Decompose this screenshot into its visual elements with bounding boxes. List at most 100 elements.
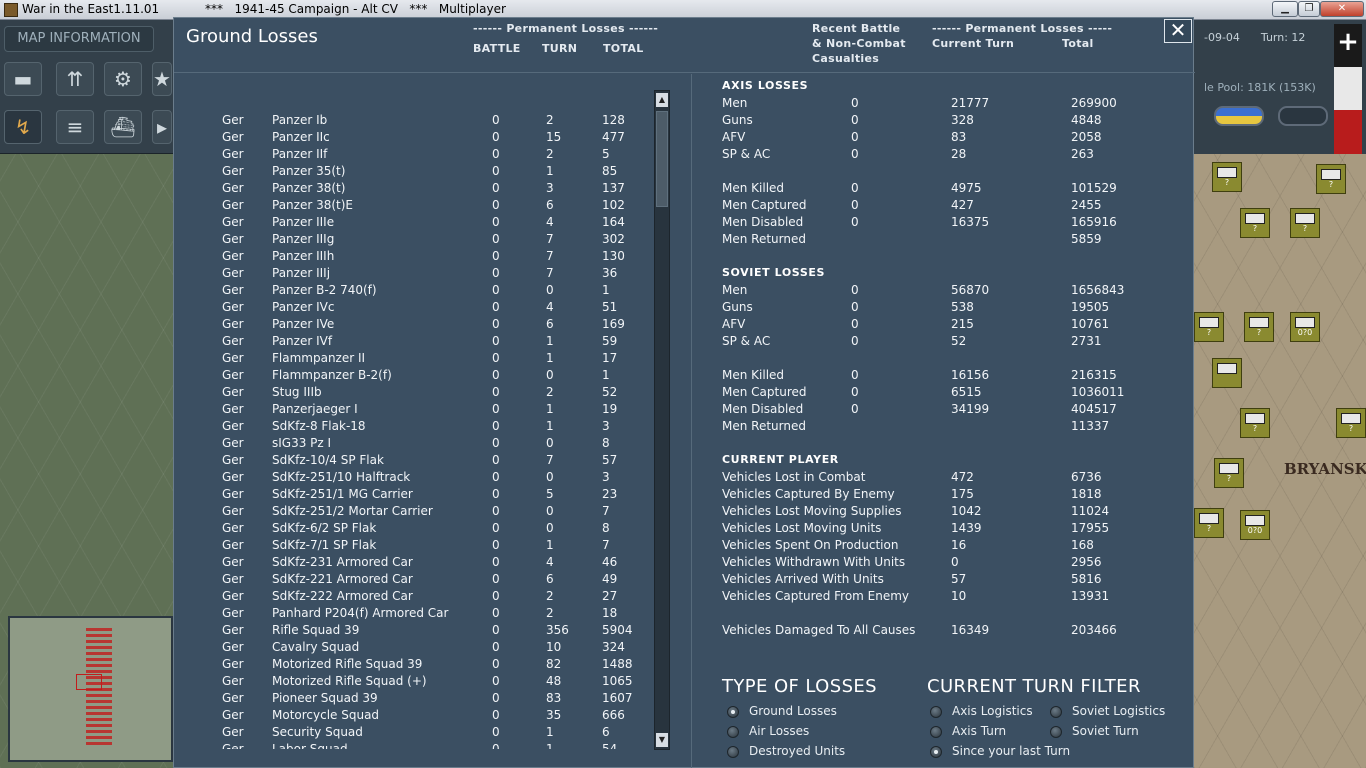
battle-cell: 0 (492, 147, 500, 161)
table-row[interactable]: Ger Panzer IVe 0 6 169 (174, 317, 654, 334)
unit-counter[interactable]: ? (1240, 208, 1270, 238)
table-row[interactable]: Ger Motorized Rifle Squad (+) 0 48 1065 (174, 674, 654, 691)
table-row[interactable]: Ger SdKfz-8 Flak-18 0 1 3 (174, 419, 654, 436)
table-row[interactable]: Ger Panzer 38(t)E 0 6 102 (174, 198, 654, 215)
scroll-down-button[interactable]: ▼ (656, 733, 668, 747)
minimap[interactable] (8, 616, 173, 762)
date-turn-readout: -09-04 Turn: 12 (1204, 31, 1306, 44)
list-scrollbar[interactable]: ▲ ▼ (654, 90, 670, 750)
table-row[interactable]: Ger Motorized Rifle Squad 39 0 82 1488 (174, 657, 654, 674)
table-row[interactable]: Ger Panzer IIIg 0 7 302 (174, 232, 654, 249)
radio-button[interactable] (930, 746, 942, 758)
unit-counter[interactable] (1212, 358, 1242, 388)
unit-counter[interactable]: ? (1194, 508, 1224, 538)
map-information-button[interactable]: MAP INFORMATION (4, 26, 154, 52)
maximize-button[interactable]: ❐ (1298, 1, 1320, 17)
header-divider (174, 72, 1195, 73)
gear-icon[interactable]: ⚙ (104, 62, 142, 96)
table-row[interactable]: Ger Panzer IVc 0 4 51 (174, 300, 654, 317)
minimize-button[interactable]: ▁ (1272, 1, 1298, 17)
table-row[interactable]: Ger Motorcycle Squad 0 35 666 (174, 708, 654, 725)
table-row[interactable]: Ger Flammpanzer II 0 1 17 (174, 351, 654, 368)
unit-counter[interactable]: ? (1240, 408, 1270, 438)
unit-counter[interactable]: ? (1194, 312, 1224, 342)
stat-label: SP & AC (722, 334, 771, 348)
table-row[interactable]: Ger SdKfz-6/2 SP Flak 0 0 8 (174, 521, 654, 538)
table-row[interactable]: Ger Pioneer Squad 39 0 83 1607 (174, 691, 654, 708)
total-cell: 46 (602, 555, 618, 569)
table-row[interactable]: Ger SdKfz-231 Armored Car 0 4 46 (174, 555, 654, 572)
unit-counter[interactable]: 0?0 (1290, 312, 1320, 342)
table-row[interactable]: Ger Panzerjaeger I 0 1 19 (174, 402, 654, 419)
hq-unit-counter[interactable]: 0?0 (1240, 510, 1270, 540)
more-icon[interactable]: ▸ (152, 110, 172, 144)
supply-path-icon[interactable]: ↯ (4, 110, 42, 144)
radio-button[interactable] (727, 706, 739, 718)
table-row[interactable]: Ger SdKfz-251/1 MG Carrier 0 5 23 (174, 487, 654, 504)
table-row[interactable]: Ger Labor Squad 0 1 54 (174, 742, 654, 749)
scroll-thumb[interactable] (656, 111, 668, 207)
unit-counter[interactable]: ? (1212, 162, 1242, 192)
nation-cell: Ger (222, 589, 244, 603)
table-row[interactable]: Ger Panhard P204(f) Armored Car 0 2 18 (174, 606, 654, 623)
german-flag-icon[interactable]: + (1334, 24, 1362, 154)
radio-button[interactable] (727, 746, 739, 758)
rail-icon[interactable]: ≡ (56, 110, 94, 144)
table-row[interactable]: Ger Flammpanzer B-2(f) 0 0 1 (174, 368, 654, 385)
table-row[interactable]: Ger Panzer B-2 740(f) 0 0 1 (174, 283, 654, 300)
scroll-up-button[interactable]: ▲ (656, 93, 668, 107)
map-area-right[interactable]: ? ? ? ? ? ? 0?0 ? ? ? ? 0?0 BRYANSK (1194, 154, 1366, 768)
table-row[interactable]: Ger Panzer IIc 0 15 477 (174, 130, 654, 147)
current-turn-value: 10 (951, 589, 967, 603)
table-row[interactable]: Ger Panzer IIIe 0 4 164 (174, 215, 654, 232)
unit-counter[interactable]: ? (1316, 164, 1346, 194)
table-row[interactable]: Ger Panzer IIIj 0 7 36 (174, 266, 654, 283)
minimap-viewport[interactable] (76, 674, 102, 690)
table-row[interactable]: Ger Panzer 35(t) 0 1 85 (174, 164, 654, 181)
tank-icon[interactable]: ▬ (4, 62, 42, 96)
units-icon[interactable]: ⇈ (56, 62, 94, 96)
radio-button[interactable] (1050, 726, 1062, 738)
table-row[interactable]: Ger SdKfz-222 Armored Car 0 2 27 (174, 589, 654, 606)
radio-button[interactable] (930, 706, 942, 718)
unit-counter[interactable]: ? (1244, 312, 1274, 342)
table-row[interactable]: Ger Stug IIIb 0 2 52 (174, 385, 654, 402)
close-window-button[interactable]: ✕ (1320, 1, 1364, 17)
equipment-name-cell: Cavalry Squad (272, 640, 360, 654)
equipment-name-cell: Panzer IIIj (272, 266, 331, 280)
table-row[interactable]: Ger Rifle Squad 39 0 356 5904 (174, 623, 654, 640)
table-row[interactable]: Ger SdKfz-221 Armored Car 0 6 49 (174, 572, 654, 589)
unit-counter[interactable]: ? (1214, 458, 1244, 488)
naval-icon[interactable]: ⛴ (104, 110, 142, 144)
stat-label: Vehicles Lost Moving Supplies (722, 504, 902, 518)
table-row[interactable]: Ger Panzer 38(t) 0 3 137 (174, 181, 654, 198)
nation-cell: Ger (222, 606, 244, 620)
table-row[interactable]: Ger Cavalry Squad 0 10 324 (174, 640, 654, 657)
battle-cell: 0 (492, 436, 500, 450)
toggle-button[interactable] (1278, 106, 1328, 126)
star-icon[interactable]: ★ (152, 62, 172, 96)
table-row[interactable]: Ger Panzer IIIh 0 7 130 (174, 249, 654, 266)
radio-button[interactable] (1050, 706, 1062, 718)
table-row[interactable]: Ger Panzer IIf 0 2 5 (174, 147, 654, 164)
table-row[interactable]: Ger sIG33 Pz I 0 0 8 (174, 436, 654, 453)
equipment-name-cell: Flammpanzer B-2(f) (272, 368, 392, 382)
total-cell: 6 (602, 725, 610, 739)
table-row[interactable]: Ger Panzer IVf 0 1 59 (174, 334, 654, 351)
table-row[interactable]: Ger Security Squad 0 1 6 (174, 725, 654, 742)
table-row[interactable]: Ger SdKfz-10/4 SP Flak 0 7 57 (174, 453, 654, 470)
ukraine-flag-icon[interactable] (1214, 106, 1264, 126)
unit-counter[interactable]: ? (1290, 208, 1320, 238)
table-row[interactable]: Ger SdKfz-7/1 SP Flak 0 1 7 (174, 538, 654, 555)
table-row[interactable]: Ger SdKfz-251/10 Halftrack 0 0 3 (174, 470, 654, 487)
unit-counter[interactable]: ? (1336, 408, 1366, 438)
radio-button[interactable] (930, 726, 942, 738)
radio-button[interactable] (727, 726, 739, 738)
total-value: 5816 (1071, 572, 1102, 586)
close-dialog-button[interactable]: ✕ (1164, 19, 1192, 43)
equipment-loss-list[interactable]: Ger Panzer Ib 0 2 128 Ger Panzer IIc 0 15 477 Ger P… (174, 74, 654, 749)
table-row[interactable]: Ger Panzer Ib 0 2 128 (174, 113, 654, 130)
table-row[interactable]: Ger SdKfz-251/2 Mortar Carrier 0 0 7 (174, 504, 654, 521)
recent-value: 0 (851, 130, 859, 144)
total-cell: 19 (602, 402, 618, 416)
